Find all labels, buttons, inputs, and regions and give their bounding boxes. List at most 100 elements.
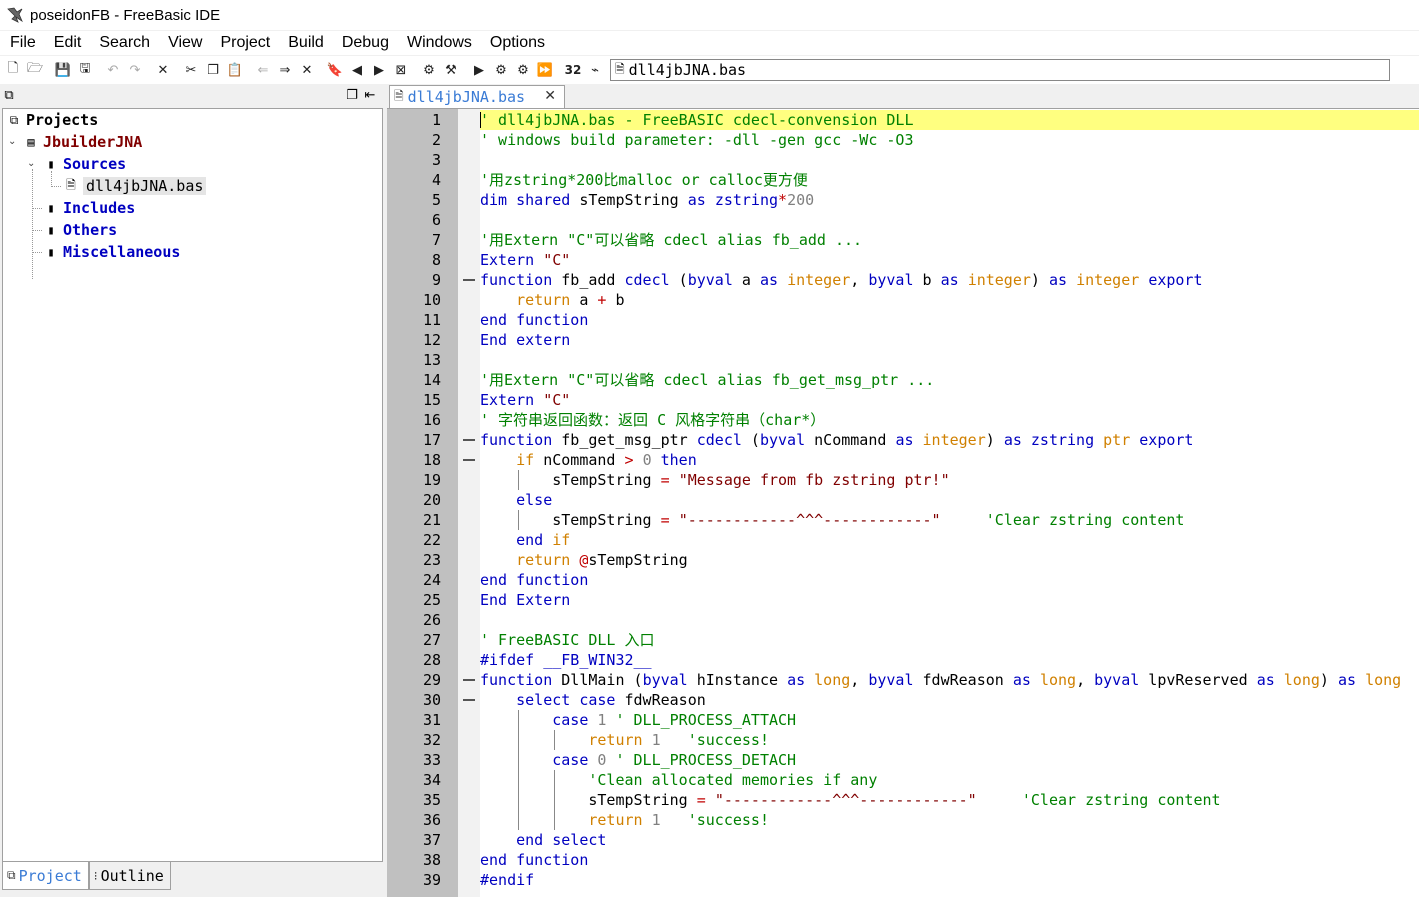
bit32-icon[interactable]: 32 xyxy=(562,59,584,81)
clear-bookmarks-icon[interactable]: ⊠ xyxy=(390,59,412,81)
fold-marker-icon[interactable] xyxy=(463,679,475,681)
code-token: Extern xyxy=(480,251,535,269)
close-icon[interactable]: ✕ xyxy=(296,59,318,81)
copy-icon[interactable]: ❐ xyxy=(202,59,224,81)
menu-edit[interactable]: Edit xyxy=(44,34,90,52)
code-token: as xyxy=(1003,431,1022,449)
run-icon[interactable]: ▶ xyxy=(468,59,490,81)
menu-view[interactable]: View xyxy=(158,34,210,52)
menu-project[interactable]: Project xyxy=(210,34,278,52)
chevron-down-icon[interactable]: ⌄ xyxy=(8,136,16,147)
forward-icon[interactable]: ⇒ xyxy=(274,59,296,81)
code-token: long xyxy=(1365,671,1402,689)
terminal-icon[interactable]: ⌁ xyxy=(584,59,606,81)
tree-project[interactable]: ▤ JbuilderJNA xyxy=(23,131,142,153)
paste-icon[interactable]: 📋 xyxy=(224,59,246,81)
code-editor[interactable]: 1 ' dll4jbJNA.bas - FreeBASIC cdecl-conve… xyxy=(387,108,1419,897)
code-token: byval xyxy=(868,271,914,289)
fold-marker-icon[interactable] xyxy=(463,279,475,281)
code-token: sTempString xyxy=(480,471,661,489)
save-icon[interactable]: 💾 xyxy=(52,59,74,81)
tab-project[interactable]: ⧉ Project xyxy=(2,862,89,890)
code-token: function xyxy=(480,671,553,689)
build-settings-icon[interactable]: ⚙ xyxy=(490,59,512,81)
next-bookmark-icon[interactable]: ▶ xyxy=(368,59,390,81)
code-line: 7 '用Extern "C"可以省略 cdecl alias fb_add ... xyxy=(387,230,1419,250)
collapse-panel-icon[interactable]: ⇤ xyxy=(361,86,379,104)
code-text: ' 字符串返回函数：返回 C 风格字符串（char*） xyxy=(480,410,1419,430)
code-text: function fb_add cdecl (byval a as intege… xyxy=(480,270,1419,290)
tab-dll4jbjna[interactable]: 🗎 dll4jbJNA.bas ✕ xyxy=(389,85,565,108)
tree-folder-misc[interactable]: ▮ Miscellaneous xyxy=(43,241,180,263)
line-number: 7 xyxy=(431,231,441,249)
tree-folder-includes[interactable]: ▮ Includes xyxy=(43,197,135,219)
line-number: 31 xyxy=(422,711,441,729)
save-all-icon[interactable]: 🖫 xyxy=(74,59,96,81)
tree-projects-root[interactable]: ⧉ Projects xyxy=(6,109,99,131)
file-icon: 🗎 xyxy=(66,177,76,192)
float-panel-icon[interactable]: ❐ xyxy=(343,86,361,104)
rebuild-icon[interactable]: ⚙ xyxy=(512,59,534,81)
code-text: end select xyxy=(480,830,1419,850)
current-file-box[interactable]: 🗎 dll4jbJNA.bas xyxy=(610,59,1390,81)
tree-guide xyxy=(32,252,42,253)
code-token: select xyxy=(552,831,607,849)
prev-bookmark-icon[interactable]: ◀ xyxy=(346,59,368,81)
new-file-icon[interactable]: 🗋 xyxy=(2,59,24,81)
code-text: ' windows build parameter: -dll -gen gcc… xyxy=(480,130,1419,150)
menu-windows[interactable]: Windows xyxy=(397,34,480,52)
panel-cube-icon: ⧉ xyxy=(4,87,14,103)
code-token: fb_get_msg_ptr xyxy=(552,431,697,449)
code-token: case xyxy=(552,711,589,729)
tab-outline[interactable]: ⁝ Outline xyxy=(88,862,171,890)
fold-marker-icon[interactable] xyxy=(463,459,475,461)
code-line: 39 #endif xyxy=(387,870,1419,890)
open-file-icon[interactable]: 🗁 xyxy=(24,59,46,81)
tree-folder-sources[interactable]: ▮ Sources xyxy=(43,153,126,175)
code-text: sTempString = "------------^^^----------… xyxy=(480,510,1419,530)
code-text: sTempString = "Message from fb zstring p… xyxy=(480,470,1419,490)
panel-tabs: ⧉ Project ⁝ Outline xyxy=(2,862,383,890)
undo-icon[interactable]: ↶ xyxy=(102,59,124,81)
bookmark-icon[interactable]: 🔖 xyxy=(324,59,346,81)
back-icon[interactable]: ⇐ xyxy=(252,59,274,81)
fold-marker-icon[interactable] xyxy=(463,439,475,441)
quick-run-icon[interactable]: ⏩ xyxy=(534,59,556,81)
close-tab-icon[interactable]: ✕ xyxy=(544,88,556,104)
folder-misc-label: Miscellaneous xyxy=(63,243,181,261)
menu-debug[interactable]: Debug xyxy=(332,34,397,52)
compile-icon[interactable]: ⚙ xyxy=(418,59,440,81)
tree-file-dll4jbjna[interactable]: 🗎 dll4jbJNA.bas xyxy=(63,175,207,197)
code-token: '用zstring*200比malloc or calloc更方便 xyxy=(480,171,808,189)
redo-icon[interactable]: ↷ xyxy=(124,59,146,81)
menu-build[interactable]: Build xyxy=(278,34,332,52)
code-token: 'Clear zstring content xyxy=(1021,791,1221,809)
menu-search[interactable]: Search xyxy=(89,34,158,52)
tree-folder-others[interactable]: ▮ Others xyxy=(43,219,117,241)
code-token: byval xyxy=(642,671,688,689)
line-number: 2 xyxy=(431,131,441,149)
outline-icon: ⁝ xyxy=(93,868,98,883)
menu-file[interactable]: File xyxy=(0,34,44,52)
indent-guide xyxy=(554,770,556,830)
code-token: extern xyxy=(516,331,571,349)
fold-marker-icon[interactable] xyxy=(463,699,475,701)
line-number: 26 xyxy=(422,611,441,629)
clear-icon[interactable]: ✕ xyxy=(152,59,174,81)
menu-options[interactable]: Options xyxy=(480,34,553,52)
indent-guide xyxy=(518,470,520,490)
tab-project-label: Project xyxy=(18,866,82,885)
build-icon[interactable]: ⚒ xyxy=(440,59,462,81)
code-token: sTempString xyxy=(570,191,688,209)
code-token: ptr xyxy=(1103,431,1131,449)
code-text: dim shared sTempString as zstring*200 xyxy=(480,190,1419,210)
code-token: ' 字符串返回函数：返回 C 风格字符串（char*） xyxy=(480,411,826,429)
cut-icon[interactable]: ✂ xyxy=(180,59,202,81)
chevron-down-icon[interactable]: ⌄ xyxy=(27,158,35,169)
code-token: as xyxy=(1337,671,1357,689)
